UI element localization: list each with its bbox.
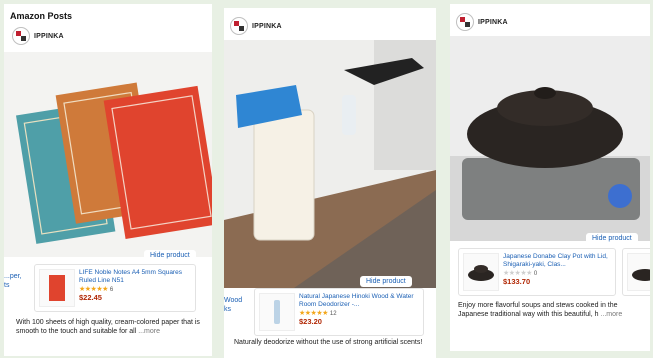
brand-header[interactable]: IPPINKA <box>456 13 508 31</box>
product-tile-partial[interactable]: Wood ks <box>224 288 248 314</box>
brand-header[interactable]: IPPINKA <box>230 17 282 35</box>
ippinka-logo-icon <box>456 13 474 31</box>
brand-name: IPPINKA <box>34 32 64 40</box>
section-title: Amazon Posts <box>10 11 73 21</box>
post-card-deodorizer: IPPINKA Hide product Wood ks Natural Jap… <box>224 8 436 358</box>
product-tile[interactable]: LIFE Noble Notes A4 5mm Squares Ruled Li… <box>34 264 196 312</box>
more-link[interactable]: ...more <box>138 328 160 335</box>
product-thumbnail <box>627 253 650 291</box>
post-caption: With 100 sheets of high quality, cream-c… <box>16 319 200 335</box>
hide-product-button[interactable]: Hide product <box>360 276 412 287</box>
product-price: $23.20 <box>299 317 322 326</box>
product-thumbnail <box>39 269 75 307</box>
hide-product-button[interactable]: Hide product <box>144 250 196 261</box>
post-caption: Naturally deodorize without the use of s… <box>234 339 423 346</box>
hide-product-button[interactable]: Hide product <box>586 233 638 244</box>
product-thumbnail <box>463 253 499 291</box>
rating-stars: ★★★★★ 0 <box>503 270 538 277</box>
brand-header[interactable]: IPPINKA <box>12 27 64 45</box>
ippinka-logo-icon <box>230 17 248 35</box>
rating-stars: ★★★★★ 6 <box>79 286 114 293</box>
ippinka-logo-icon <box>12 27 30 45</box>
product-title[interactable]: Japanese Donabe Clay Pot with Lid, Shiga… <box>503 253 611 269</box>
product-tile[interactable]: Natural Japanese Hinoki Wood & Water Roo… <box>254 288 424 336</box>
post-image-donabe[interactable] <box>450 36 650 241</box>
product-price: $22.45 <box>79 293 102 302</box>
brand-name: IPPINKA <box>478 18 508 26</box>
product-title[interactable]: Natural Japanese Hinoki Wood & Water Roo… <box>299 293 419 309</box>
post-caption: Enjoy more flavorful soups and stews coo… <box>458 302 623 318</box>
brand-name: IPPINKA <box>252 22 282 30</box>
post-card-donabe: IPPINKA Hide product Japanese Donabe Cla… <box>450 4 650 351</box>
more-link[interactable]: ...more <box>600 311 622 318</box>
post-image-deodorizer[interactable] <box>224 40 436 288</box>
product-tile[interactable]: Japanese Donabe Clay Pot with Lid, Shiga… <box>458 248 616 296</box>
post-image-notebooks[interactable] <box>4 52 212 257</box>
post-card-notebooks: Amazon Posts IPPINKA Hide product ...per… <box>4 4 212 356</box>
product-tile-partial[interactable]: ...per, ts <box>4 264 28 290</box>
rating-stars: ★★★★★ 12 <box>299 310 337 317</box>
product-tile-partial[interactable] <box>622 248 650 296</box>
product-price: $133.70 <box>503 277 531 286</box>
product-thumbnail <box>259 293 295 331</box>
product-title[interactable]: LIFE Noble Notes A4 5mm Squares Ruled Li… <box>79 269 191 285</box>
